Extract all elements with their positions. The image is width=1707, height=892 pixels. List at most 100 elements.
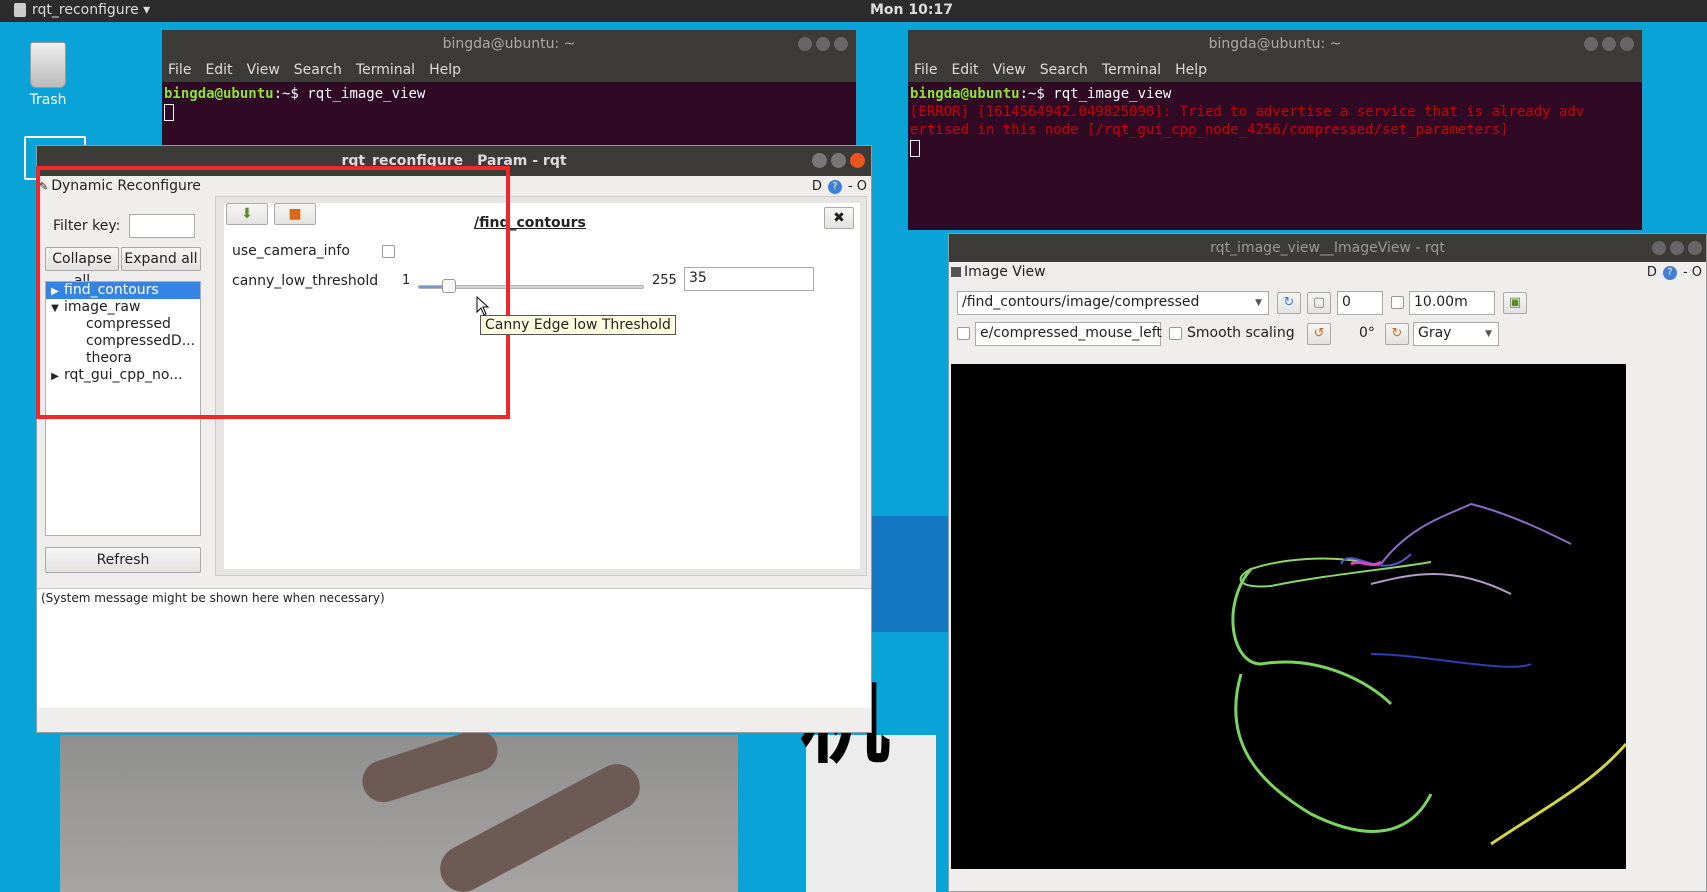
terminal-right-output[interactable]: bingda@ubuntu:~$ rqt_image_view [ERROR] … xyxy=(908,82,1642,160)
mouse-publish-checkbox[interactable] xyxy=(957,327,970,340)
color-scheme-select[interactable]: Gray ▼ xyxy=(1413,322,1499,346)
terminal-left-titlebar[interactable]: bingda@ubuntu: ~ xyxy=(162,30,856,58)
topic-select[interactable]: /find_contours/image/compressed ▼ xyxy=(957,291,1269,315)
dock-extra-buttons[interactable]: - O xyxy=(848,179,867,194)
contour-line xyxy=(1370,653,1532,668)
rotate-left-icon: ↺ xyxy=(1313,326,1325,341)
command-text: rqt_image_view xyxy=(1053,86,1172,102)
zoom-icon: ▢ xyxy=(1312,295,1326,310)
zoom-button[interactable]: ▢ xyxy=(1307,292,1331,314)
mouse-pointer-icon xyxy=(476,296,490,316)
terminal-left-menubar: File Edit View Search Terminal Help xyxy=(162,58,856,82)
slider-max-label: 255 xyxy=(652,273,677,288)
rotate-left-button[interactable]: ↺ xyxy=(1307,323,1331,345)
app-menu[interactable]: rqt_reconfigure ▾ xyxy=(14,2,150,18)
terminal-right-titlebar[interactable]: bingda@ubuntu: ~ xyxy=(908,30,1642,58)
image-view-dock-controls: D ? - O xyxy=(1647,265,1702,280)
contour-line xyxy=(1231,568,1393,706)
menu-view[interactable]: View xyxy=(993,62,1026,78)
error-line-2: ertised in this node [/rqt_gui_cpp_node_… xyxy=(910,122,1509,138)
dock-button[interactable]: D xyxy=(1647,265,1657,280)
app-icon xyxy=(14,3,26,17)
terminal-right-menubar: File Edit View Search Terminal Help xyxy=(908,58,1642,82)
maximize-icon[interactable] xyxy=(831,153,846,168)
menu-search[interactable]: Search xyxy=(1040,62,1088,78)
chevron-down-icon: ▼ xyxy=(1255,298,1262,308)
minimize-icon[interactable] xyxy=(1584,37,1598,51)
dock-controls: D ? - O xyxy=(812,179,867,194)
image-view-title: rqt_image_view__ImageView - rqt xyxy=(1210,240,1445,256)
prompt-user: bingda@ubuntu xyxy=(910,86,1020,102)
help-icon[interactable]: ? xyxy=(1662,265,1677,280)
minimize-icon[interactable] xyxy=(1652,241,1666,255)
image-view-icon xyxy=(951,267,961,277)
help-icon[interactable]: ? xyxy=(827,179,842,194)
rotation-label: 0° xyxy=(1359,325,1375,341)
max-range-input[interactable]: 10.00m xyxy=(1409,291,1495,315)
close-node-button[interactable]: ✖ xyxy=(824,207,854,229)
close-icon: ✖ xyxy=(833,210,845,226)
command-text: rqt_image_view xyxy=(307,86,426,102)
rotate-right-button[interactable]: ↻ xyxy=(1385,323,1409,345)
minimize-icon[interactable] xyxy=(798,37,812,51)
menu-file[interactable]: File xyxy=(168,62,191,78)
contour-line xyxy=(1234,673,1433,833)
dynamic-range-checkbox[interactable] xyxy=(1391,296,1404,309)
prompt-suffix: :~$ xyxy=(273,86,308,102)
background-graphic xyxy=(872,516,952,632)
close-icon[interactable] xyxy=(1688,241,1702,255)
menu-edit[interactable]: Edit xyxy=(205,62,232,78)
contour-line xyxy=(1239,557,1432,588)
system-message-text: (System message might be shown here when… xyxy=(41,591,385,605)
image-view-plugin-header: Image View xyxy=(951,264,1046,280)
clock[interactable]: Mon 10:17 xyxy=(870,2,953,18)
smooth-scaling-label: Smooth scaling xyxy=(1187,325,1295,341)
terminal-right-title: bingda@ubuntu: ~ xyxy=(1208,36,1342,52)
mouse-topic-input[interactable]: e/compressed_mouse_left xyxy=(975,322,1162,346)
contour-line xyxy=(1490,743,1626,846)
image-view-titlebar[interactable]: rqt_image_view__ImageView - rqt xyxy=(949,234,1706,262)
close-icon[interactable] xyxy=(850,153,865,168)
maximize-icon[interactable] xyxy=(1670,241,1684,255)
maximize-icon[interactable] xyxy=(1602,37,1616,51)
topic-select-value: /find_contours/image/compressed xyxy=(962,294,1200,310)
menu-view[interactable]: View xyxy=(247,62,280,78)
terminal-cursor xyxy=(910,139,920,157)
terminal-right-window[interactable]: bingda@ubuntu: ~ File Edit View Search T… xyxy=(908,30,1642,230)
menu-help[interactable]: Help xyxy=(1175,62,1207,78)
canny-low-threshold-input[interactable]: 35 xyxy=(684,267,814,291)
image-view-plugin-title: Image View xyxy=(964,264,1046,280)
image-view-window[interactable]: rqt_image_view__ImageView - rqt Image Vi… xyxy=(948,233,1707,892)
error-line-1: [ERROR] [1614564942.049825090]: Tried to… xyxy=(910,104,1585,120)
refresh-button[interactable]: Refresh xyxy=(45,547,201,573)
system-message-area: (System message might be shown here when… xyxy=(37,588,871,708)
refresh-topics-button[interactable]: ↻ xyxy=(1277,292,1301,314)
spin-input[interactable]: 0 xyxy=(1337,291,1383,315)
contour-line xyxy=(1370,573,1512,595)
highlight-box xyxy=(36,166,510,419)
maximize-icon[interactable] xyxy=(816,37,830,51)
slider-tooltip: Canny Edge low Threshold xyxy=(480,315,676,335)
image-display[interactable] xyxy=(951,364,1626,869)
save-image-icon: ▣ xyxy=(1508,295,1522,310)
close-icon[interactable] xyxy=(834,37,848,51)
terminal-left-output[interactable]: bingda@ubuntu:~$ rqt_image_view xyxy=(162,82,856,124)
minimize-icon[interactable] xyxy=(812,153,827,168)
trash-icon xyxy=(30,42,66,88)
top-panel: rqt_reconfigure ▾ Mon 10:17 xyxy=(0,0,1707,22)
color-scheme-value: Gray xyxy=(1418,325,1452,341)
trash-desktop-icon[interactable]: Trash xyxy=(22,42,74,108)
menu-search[interactable]: Search xyxy=(294,62,342,78)
dock-extra-buttons[interactable]: - O xyxy=(1683,265,1702,280)
menu-terminal[interactable]: Terminal xyxy=(1102,62,1161,78)
dock-button[interactable]: D xyxy=(812,179,822,194)
rotate-right-icon: ↻ xyxy=(1391,326,1403,341)
menu-help[interactable]: Help xyxy=(429,62,461,78)
smooth-scaling-checkbox[interactable] xyxy=(1169,327,1182,340)
terminal-cursor xyxy=(164,103,174,121)
save-image-button[interactable]: ▣ xyxy=(1503,292,1527,314)
menu-edit[interactable]: Edit xyxy=(951,62,978,78)
menu-terminal[interactable]: Terminal xyxy=(356,62,415,78)
close-icon[interactable] xyxy=(1620,37,1634,51)
menu-file[interactable]: File xyxy=(914,62,937,78)
